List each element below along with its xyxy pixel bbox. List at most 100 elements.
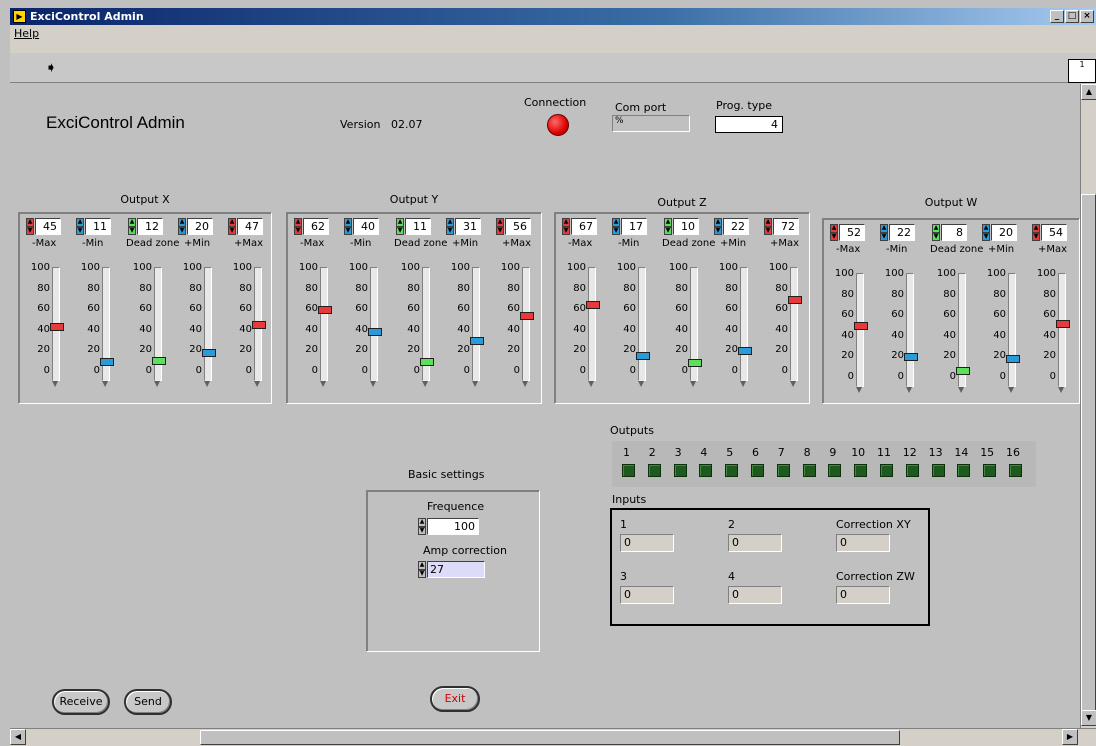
slider-decrement-icon[interactable]: ▼ (588, 379, 594, 388)
spinner[interactable]: ▲ ▼ (26, 218, 34, 235)
slider-decrement-icon[interactable]: ▼ (740, 379, 746, 388)
spinner[interactable]: ▲ ▼ (496, 218, 504, 235)
spinner[interactable]: ▲ ▼ (76, 218, 84, 235)
value-slider[interactable]: 100 80 60 40 20 0 ▼ (976, 269, 1022, 399)
slider-thumb[interactable] (688, 358, 702, 367)
slider-decrement-icon[interactable]: ▼ (1058, 385, 1064, 394)
value-slider[interactable]: 100 80 60 40 20 0 ▼ (122, 263, 168, 393)
slider-thumb[interactable] (956, 366, 970, 375)
scroll-left-icon[interactable]: ◀ (10, 729, 26, 745)
spinner[interactable]: ▲ ▼ (128, 218, 136, 235)
maximize-button[interactable]: □ (1065, 10, 1079, 23)
value-slider[interactable]: 100 80 60 40 20 0 ▼ (758, 263, 804, 393)
value-input[interactable]: 12 (137, 218, 163, 235)
run-arrow-icon[interactable]: ➧ (40, 57, 62, 79)
scroll-right-icon[interactable]: ▶ (1062, 729, 1078, 745)
value-slider[interactable]: 100 80 60 40 20 0 ▼ (490, 263, 536, 393)
value-slider[interactable]: 100 80 60 40 20 0 ▼ (874, 269, 920, 399)
horizontal-scroll-thumb[interactable] (200, 730, 900, 745)
spinner[interactable]: ▲ ▼ (396, 218, 404, 235)
value-slider[interactable]: 100 80 60 40 20 0 ▼ (222, 263, 268, 393)
slider-decrement-icon[interactable]: ▼ (370, 379, 376, 388)
slider-decrement-icon[interactable]: ▼ (522, 379, 528, 388)
slider-thumb[interactable] (520, 311, 534, 320)
slider-thumb[interactable] (1056, 319, 1070, 328)
slider-decrement-icon[interactable]: ▼ (254, 379, 260, 388)
slider-thumb[interactable] (854, 321, 868, 330)
slider-decrement-icon[interactable]: ▼ (958, 385, 964, 394)
vertical-scroll-thumb[interactable] (1081, 194, 1096, 714)
value-input[interactable]: 22 (723, 218, 749, 235)
value-input[interactable]: 40 (353, 218, 379, 235)
value-input[interactable]: 11 (85, 218, 111, 235)
value-input[interactable]: 22 (889, 224, 915, 241)
value-input[interactable]: 11 (405, 218, 431, 235)
frequence-input[interactable]: 100 (427, 518, 479, 535)
slider-thumb[interactable] (420, 357, 434, 366)
scroll-up-icon[interactable]: ▲ (1081, 84, 1096, 100)
menu-help[interactable]: Help (14, 27, 39, 40)
slider-decrement-icon[interactable]: ▼ (102, 379, 108, 388)
spinner[interactable]: ▲ ▼ (612, 218, 620, 235)
spinner[interactable]: ▲ ▼ (294, 218, 302, 235)
exit-button[interactable]: Exit (430, 686, 480, 712)
amp-correction-input[interactable]: 27 (427, 561, 485, 578)
slider-thumb[interactable] (100, 357, 114, 366)
slider-decrement-icon[interactable]: ▼ (472, 379, 478, 388)
spinner[interactable]: ▲ ▼ (880, 224, 888, 241)
spinner[interactable]: ▲ ▼ (228, 218, 236, 235)
slider-thumb[interactable] (202, 348, 216, 357)
slider-decrement-icon[interactable]: ▼ (154, 379, 160, 388)
prog-type-field[interactable]: 4 (715, 116, 783, 133)
horizontal-scrollbar[interactable]: ◀ ▶ (10, 728, 1096, 746)
slider-decrement-icon[interactable]: ▼ (204, 379, 210, 388)
spinner[interactable]: ▲ ▼ (664, 218, 672, 235)
value-input[interactable]: 10 (673, 218, 699, 235)
value-slider[interactable]: 100 80 60 40 20 0 ▼ (926, 269, 972, 399)
slider-decrement-icon[interactable]: ▼ (638, 379, 644, 388)
spinner[interactable]: ▲ ▼ (982, 224, 990, 241)
spinner[interactable]: ▲ ▼ (178, 218, 186, 235)
value-slider[interactable]: 100 80 60 40 20 0 ▼ (288, 263, 334, 393)
slider-thumb[interactable] (50, 323, 64, 332)
value-input[interactable]: 67 (571, 218, 597, 235)
spinner[interactable]: ▲ ▼ (1032, 224, 1040, 241)
value-input[interactable]: 47 (237, 218, 263, 235)
close-button[interactable]: × (1080, 10, 1094, 23)
spinner[interactable]: ▲ ▼ (446, 218, 454, 235)
value-input[interactable]: 54 (1041, 224, 1067, 241)
slider-decrement-icon[interactable]: ▼ (856, 385, 862, 394)
slider-decrement-icon[interactable]: ▼ (790, 379, 796, 388)
value-slider[interactable]: 100 80 60 40 20 0 ▼ (338, 263, 384, 393)
slider-decrement-icon[interactable]: ▼ (906, 385, 912, 394)
value-input[interactable]: 52 (839, 224, 865, 241)
slider-decrement-icon[interactable]: ▼ (1008, 385, 1014, 394)
spinner[interactable]: ▲ ▼ (932, 224, 940, 241)
value-input[interactable]: 20 (187, 218, 213, 235)
slider-decrement-icon[interactable]: ▼ (690, 379, 696, 388)
value-input[interactable]: 31 (455, 218, 481, 235)
spinner[interactable]: ▲ ▼ (830, 224, 838, 241)
value-slider[interactable]: 100 80 60 40 20 0 ▼ (556, 263, 602, 393)
value-slider[interactable]: 100 80 60 40 20 0 ▼ (172, 263, 218, 393)
value-input[interactable]: 72 (773, 218, 799, 235)
value-slider[interactable]: 100 80 60 40 20 0 ▼ (824, 269, 870, 399)
value-slider[interactable]: 100 80 60 40 20 0 ▼ (20, 263, 66, 393)
slider-thumb[interactable] (470, 337, 484, 346)
value-input[interactable]: 56 (505, 218, 531, 235)
receive-button[interactable]: Receive (52, 689, 110, 715)
slider-decrement-icon[interactable]: ▼ (422, 379, 428, 388)
minimize-button[interactable]: _ (1050, 10, 1064, 23)
value-slider[interactable]: 100 80 60 40 20 0 ▼ (440, 263, 486, 393)
spinner[interactable]: ▲ ▼ (562, 218, 570, 235)
slider-thumb[interactable] (788, 295, 802, 304)
slider-thumb[interactable] (636, 351, 650, 360)
value-slider[interactable]: 100 80 60 40 20 0 ▼ (708, 263, 754, 393)
value-slider[interactable]: 100 80 60 40 20 0 ▼ (390, 263, 436, 393)
vertical-scrollbar[interactable]: ▲ ▼ (1080, 84, 1096, 728)
slider-thumb[interactable] (318, 305, 332, 314)
value-input[interactable]: 17 (621, 218, 647, 235)
scroll-down-icon[interactable]: ▼ (1081, 710, 1096, 726)
com-port-field[interactable]: % (612, 115, 690, 132)
slider-thumb[interactable] (1006, 354, 1020, 363)
